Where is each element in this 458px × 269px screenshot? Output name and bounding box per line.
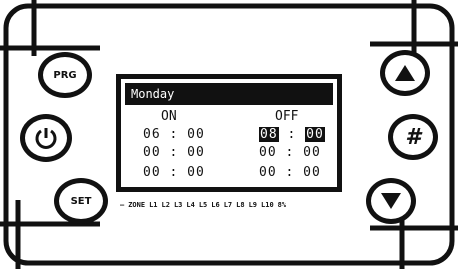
prg-button[interactable]: PRG	[38, 52, 92, 98]
controller-panel: PRG SET # Monday ON OFF 06 : 00 00 : 00 …	[0, 0, 458, 269]
status-item: L9	[248, 201, 258, 209]
status-suffix: 8%	[277, 201, 287, 209]
status-item: L7	[223, 201, 233, 209]
set-button[interactable]: SET	[54, 178, 108, 224]
status-bar: — ZONE L1 L2 L3 L4 L5 L6 L7 L8 L9 L10 8%	[120, 198, 350, 212]
off-time-1-sep: :	[287, 127, 297, 142]
down-button[interactable]	[366, 178, 416, 224]
lcd-screen: Monday ON OFF 06 : 00 00 : 00 00 : 00 08…	[116, 74, 342, 192]
on-column-header: ON	[161, 109, 177, 124]
status-item: L1	[149, 201, 158, 209]
off-time-2[interactable]: 00 : 00	[259, 145, 321, 160]
set-button-label: SET	[70, 195, 92, 207]
status-item: L2	[161, 201, 170, 209]
status-item: L6	[211, 201, 220, 209]
off-time-1-minutes[interactable]: 00	[305, 127, 325, 142]
hash-button[interactable]: #	[388, 114, 438, 160]
prg-button-label: PRG	[53, 69, 77, 81]
on-time-2[interactable]: 00 : 00	[143, 145, 205, 160]
power-icon	[35, 128, 57, 149]
power-button[interactable]	[20, 114, 72, 162]
status-item: L5	[198, 201, 208, 209]
hash-button-label: #	[405, 124, 421, 150]
status-dash: —	[120, 201, 125, 209]
on-time-1[interactable]: 06 : 00	[143, 127, 205, 142]
status-prefix: ZONE	[128, 201, 146, 209]
status-item: L10	[261, 201, 274, 209]
up-button[interactable]	[380, 50, 430, 96]
off-time-1-hours[interactable]: 08	[259, 127, 279, 142]
off-time-1[interactable]: 08 : 00	[259, 127, 325, 142]
status-item: L4	[186, 201, 195, 209]
status-item: L3	[173, 201, 183, 209]
off-column-header: OFF	[275, 109, 299, 124]
down-arrow-icon	[381, 193, 401, 209]
off-time-3[interactable]: 00 : 00	[259, 165, 321, 180]
status-item: L8	[236, 201, 245, 209]
on-time-3[interactable]: 00 : 00	[143, 165, 205, 180]
day-title: Monday	[125, 83, 333, 105]
up-arrow-icon	[395, 65, 415, 81]
